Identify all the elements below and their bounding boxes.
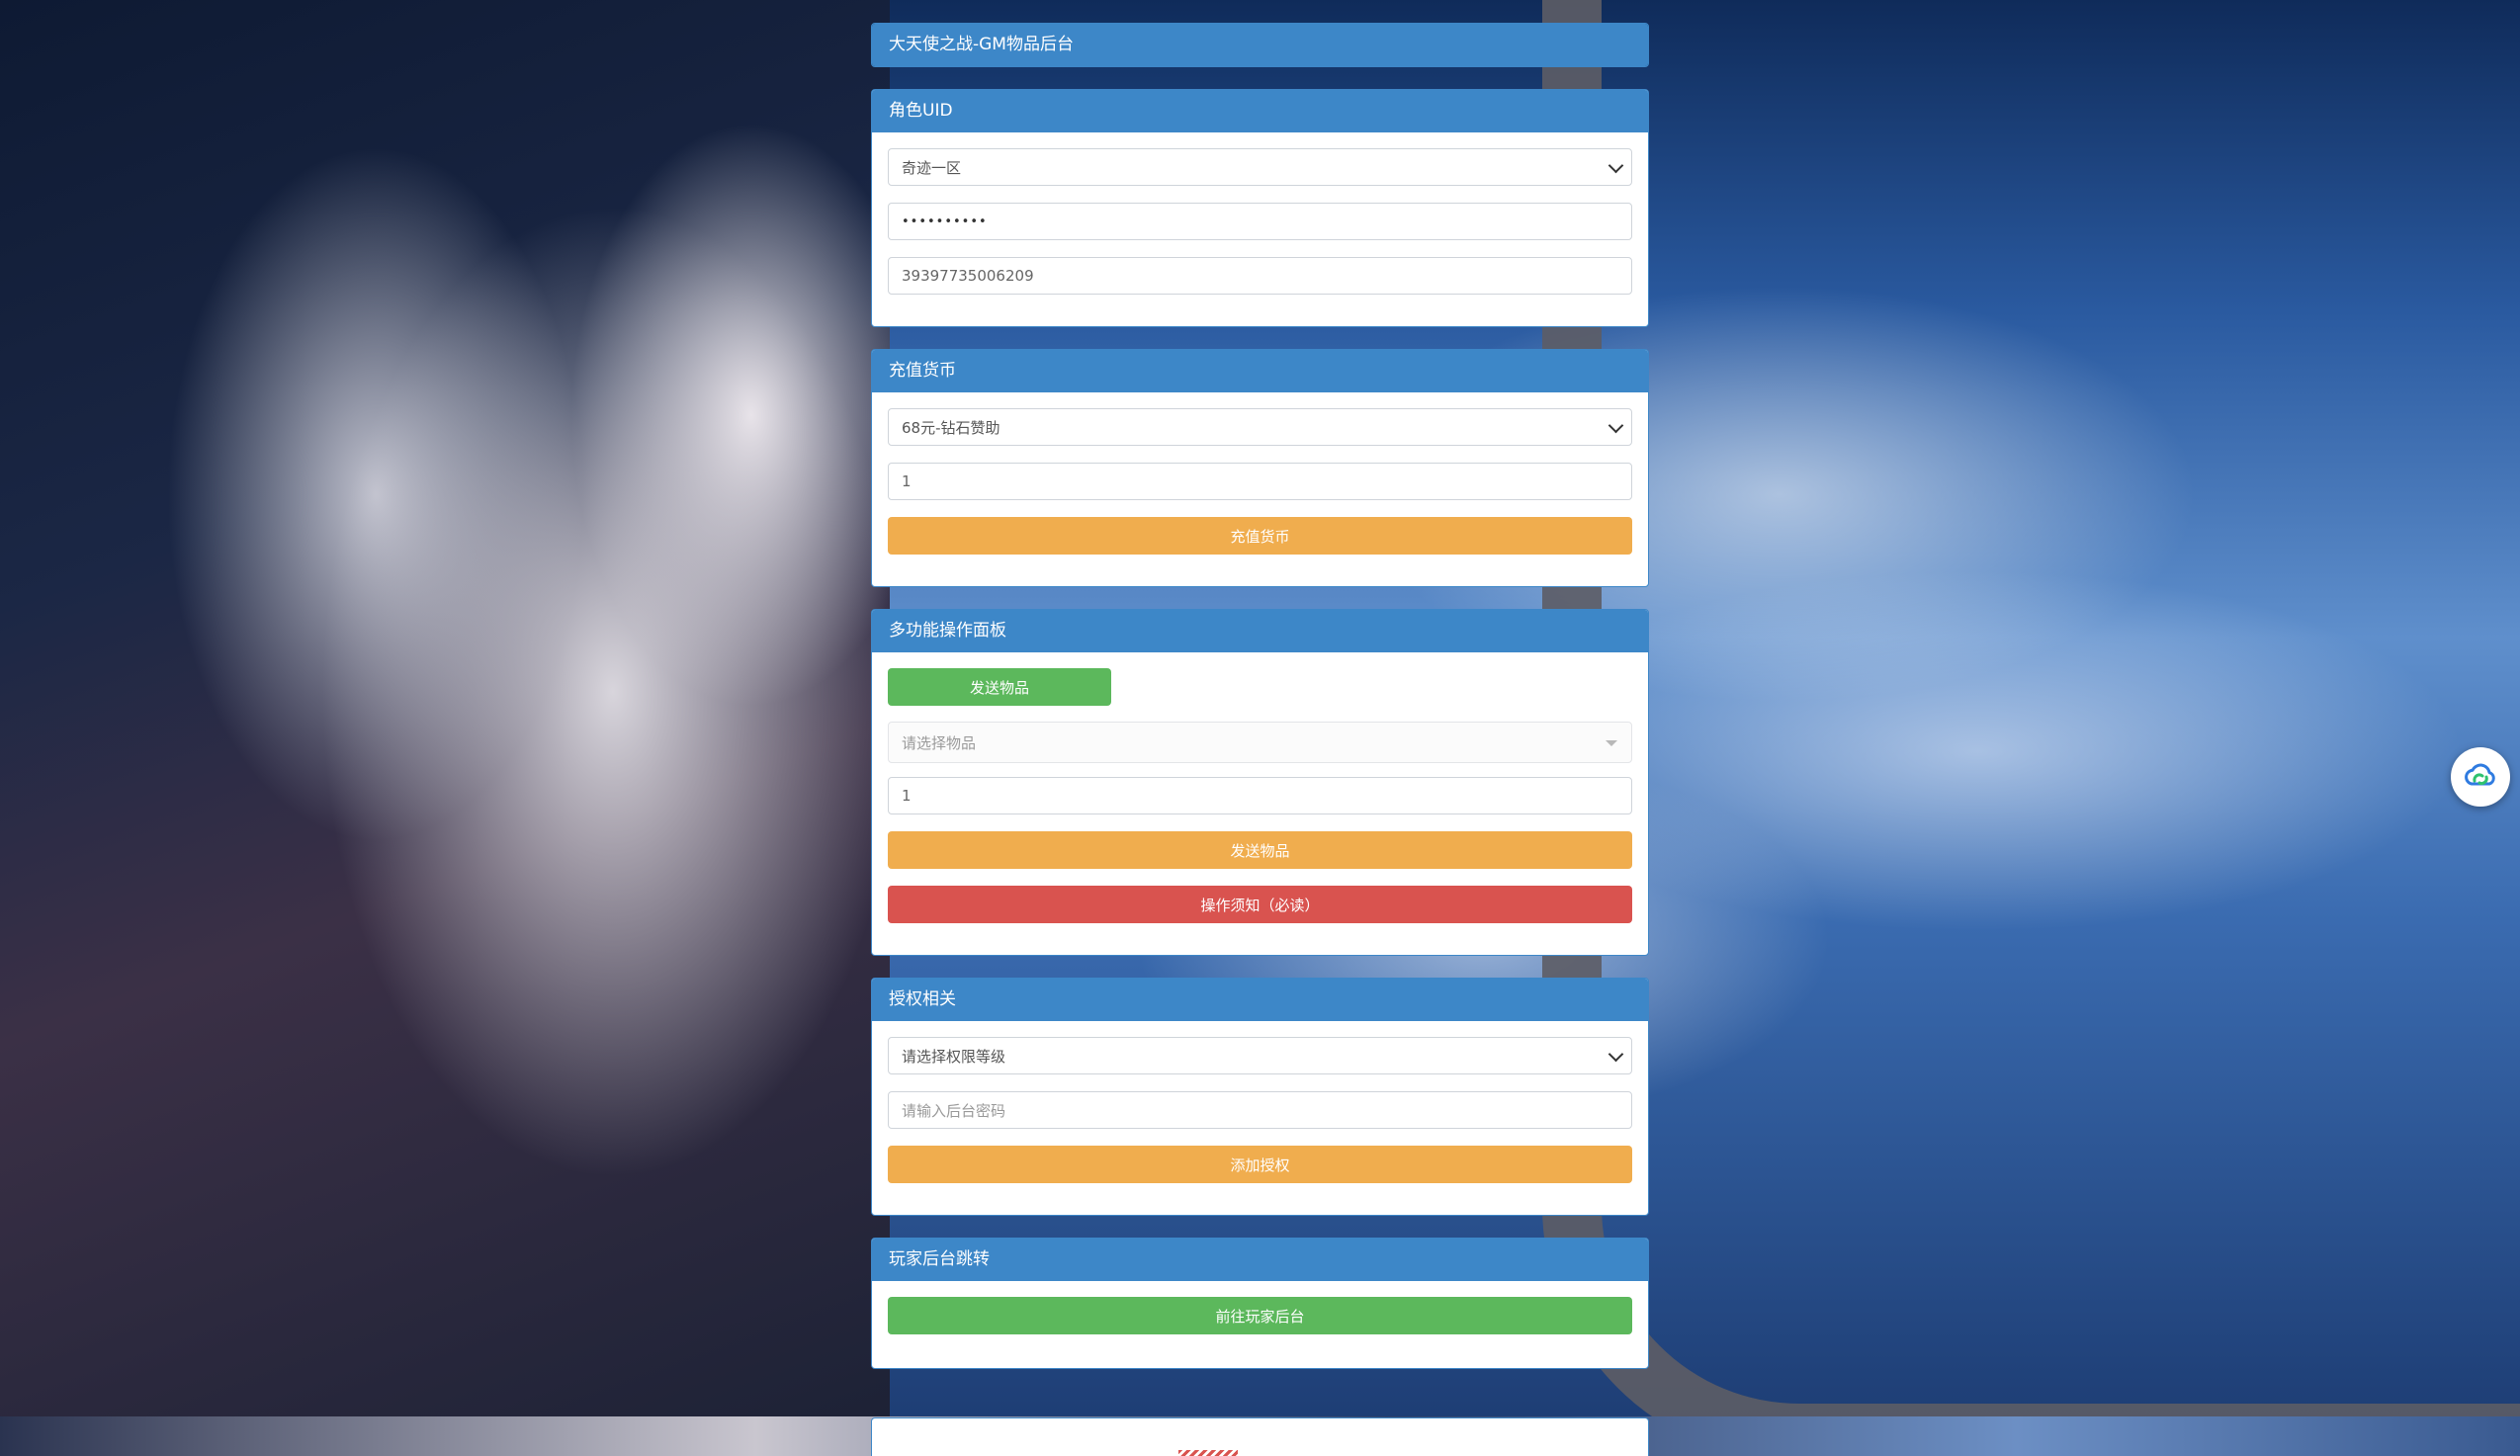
password-mask: •••••••••• [902, 214, 988, 229]
recharge-package-select[interactable]: 68元-钻石赞助 [888, 408, 1632, 446]
chevron-down-icon [1608, 1046, 1624, 1063]
cloud-sync-icon-glyph [2465, 763, 2495, 786]
player-backend-panel-title: 玩家后台跳转 [872, 1239, 1648, 1281]
send-item-button[interactable]: 发送物品 [888, 831, 1632, 869]
player-backend-panel: 玩家后台跳转 前往玩家后台 [871, 1238, 1649, 1369]
item-select-placeholder: 请选择物品 [902, 733, 977, 752]
item-quantity-input[interactable]: 1 [888, 777, 1632, 814]
app-title: 大天使之战-GM物品后台 [872, 24, 1648, 66]
operation-notice-button[interactable]: 操作须知（必读） [888, 886, 1632, 923]
goto-player-backend-button[interactable]: 前往玩家后台 [888, 1297, 1632, 1334]
send-item-tab-button[interactable]: 发送物品 [888, 668, 1111, 706]
role-uid-panel-title: 角色UID [872, 90, 1648, 132]
chevron-down-icon [1608, 157, 1624, 174]
background-window-frame [1542, 0, 2520, 1456]
authorization-panel-title: 授权相关 [872, 979, 1648, 1021]
admin-password-placeholder: 请输入后台密码 [902, 1101, 1006, 1120]
server-select-value: 奇迹一区 [902, 158, 962, 177]
permission-level-select[interactable]: 请选择权限等级 [888, 1037, 1632, 1074]
password-field[interactable]: •••••••••• [888, 203, 1632, 240]
role-uid-panel: 角色UID 奇迹一区 •••••••••• 39397735006209 [871, 89, 1649, 327]
permission-level-value: 请选择权限等级 [902, 1047, 1006, 1066]
admin-password-input[interactable]: 请输入后台密码 [888, 1091, 1632, 1129]
role-uid-input[interactable]: 39397735006209 [888, 257, 1632, 295]
chevron-down-icon [1608, 417, 1624, 434]
multi-function-panel: 多功能操作面板 发送物品 请选择物品 1 发送物品 操作须知（必读） [871, 609, 1649, 956]
main-column: 大天使之战-GM物品后台 角色UID 奇迹一区 •••••••••• 39397… [871, 23, 1649, 1391]
background-anime-girl [0, 0, 890, 1416]
add-authorization-button[interactable]: 添加授权 [888, 1146, 1632, 1183]
recharge-panel-title: 充值货币 [872, 350, 1648, 392]
item-select[interactable]: 请选择物品 [888, 722, 1632, 763]
recharge-package-value: 68元-钻石赞助 [902, 418, 1000, 437]
item-quantity-value: 1 [902, 787, 912, 805]
recharge-button[interactable]: 充值货币 [888, 517, 1632, 555]
server-select[interactable]: 奇迹一区 [888, 148, 1632, 186]
cloud-sync-icon[interactable] [2451, 747, 2510, 807]
role-uid-value: 39397735006209 [902, 267, 1034, 285]
recharge-panel: 充值货币 68元-钻石赞助 1 充值货币 [871, 349, 1649, 587]
caret-down-icon [1606, 740, 1617, 746]
recharge-quantity-value: 1 [902, 472, 912, 490]
authorization-panel: 授权相关 请选择权限等级 请输入后台密码 添加授权 [871, 978, 1649, 1216]
recharge-quantity-input[interactable]: 1 [888, 463, 1632, 500]
app-title-panel: 大天使之战-GM物品后台 [871, 23, 1649, 67]
decorative-zigzag [1178, 1450, 1238, 1456]
multi-function-panel-title: 多功能操作面板 [872, 610, 1648, 652]
next-panel-partial [871, 1417, 1649, 1456]
